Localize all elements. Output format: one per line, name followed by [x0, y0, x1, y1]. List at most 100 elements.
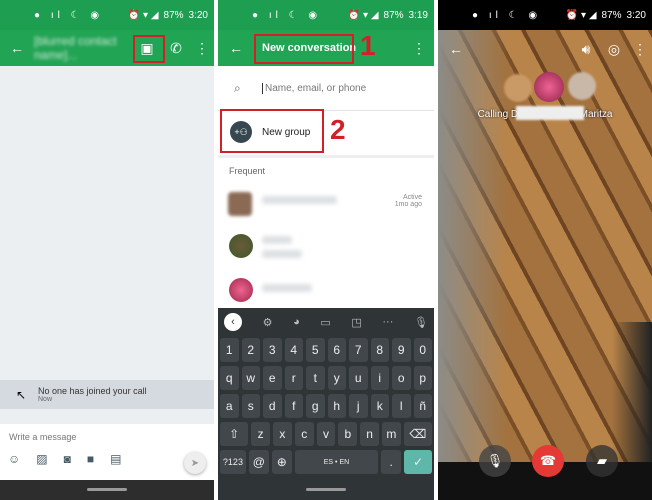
sticker-icon[interactable]: ▤	[110, 452, 121, 466]
key[interactable]: k	[370, 394, 389, 418]
key[interactable]: m	[381, 422, 401, 446]
key[interactable]: c	[294, 422, 314, 446]
key[interactable]: 4	[284, 338, 303, 362]
notification-text: No one has joined your call	[38, 386, 147, 396]
search-row: ⌕ Name, email, or phone	[218, 74, 434, 102]
clock: 3:20	[626, 9, 646, 21]
new-conversation-screen: ● ıl ☾ ◉ ⏰ ▾ ◢ 87% 3:19 ← New conversation …	[218, 0, 434, 500]
key[interactable]: w	[241, 366, 260, 390]
contact-status: Active	[402, 194, 422, 201]
keyboard-row: qwertyuiop	[220, 366, 432, 390]
key-enter[interactable]: ✓	[404, 450, 433, 474]
key[interactable]: 9	[392, 338, 411, 362]
mute-mic-button[interactable]: 🎙︎	[479, 445, 511, 477]
avatar	[229, 234, 253, 258]
camera-icon[interactable]: ◙	[64, 452, 71, 466]
key[interactable]: s	[241, 394, 260, 418]
key[interactable]: r	[284, 366, 303, 390]
speaker-icon[interactable]: 🔊︎	[572, 41, 600, 58]
key[interactable]: b	[338, 422, 358, 446]
emoji-icon[interactable]: ☺	[8, 452, 20, 466]
resize-icon[interactable]: ◳	[351, 316, 361, 329]
battery: 87%	[601, 9, 622, 21]
key[interactable]: z	[251, 422, 270, 446]
key[interactable]: x	[273, 422, 292, 446]
step-number-1: 1	[360, 30, 376, 61]
key[interactable]: o	[392, 366, 411, 390]
key[interactable]: v	[316, 422, 336, 446]
key[interactable]: 1	[220, 338, 239, 362]
video-icon[interactable]: ■	[87, 452, 94, 466]
highlight-box-title	[254, 34, 354, 64]
send-button[interactable]: ➤	[184, 452, 206, 474]
key[interactable]: e	[263, 366, 282, 390]
clock: 3:19	[408, 9, 428, 21]
key[interactable]: 2	[241, 338, 260, 362]
search-input[interactable]: Name, email, or phone	[262, 82, 366, 94]
key[interactable]: 5	[306, 338, 325, 362]
key-at[interactable]: @	[248, 450, 269, 474]
step-number-2: 2	[330, 114, 346, 145]
back-arrow-icon[interactable]: ←	[218, 40, 254, 56]
back-arrow-icon[interactable]: ←	[0, 40, 34, 56]
key[interactable]: u	[349, 366, 368, 390]
globe-icon[interactable]: ⊕	[271, 450, 292, 474]
participant-avatar	[504, 74, 532, 102]
more-vert-icon[interactable]: ⋮	[404, 40, 434, 57]
settings-icon[interactable]: ⚙	[263, 316, 273, 329]
chat-header: ← [blurred contact name]... ▣ ✆ ⋮	[0, 30, 214, 66]
camera-off-button[interactable]: ▰	[586, 445, 618, 477]
key[interactable]: l	[392, 394, 411, 418]
nav-bar	[218, 480, 434, 500]
key[interactable]: ⇧	[220, 422, 249, 446]
switch-camera-icon[interactable]: ◎	[600, 41, 628, 58]
key-period[interactable]: .	[381, 450, 402, 474]
image-icon[interactable]: ▨	[36, 452, 47, 466]
search-icon: ⌕	[234, 80, 241, 95]
theme-icon[interactable]: ◕	[293, 316, 300, 328]
back-arrow-icon[interactable]: ←	[438, 41, 474, 57]
collapse-toolbar-icon[interactable]: ‹	[224, 313, 242, 331]
key-space[interactable]: ES • EN	[294, 450, 379, 474]
key[interactable]: f	[284, 394, 303, 418]
keyboard: ‹ ⚙ ◕ ▭ ◳ ··· 🎙 ?123 @ ⊕ ES • EN . ✓ 12345678…	[218, 308, 434, 480]
key[interactable]: i	[370, 366, 389, 390]
call-notification: ↖ No one has joined your call Now	[0, 380, 214, 409]
key[interactable]: 3	[263, 338, 282, 362]
key[interactable]: 8	[370, 338, 389, 362]
video-call-screen: ● ıl ☾ ◉⏰ ▾ ◢87%3:20 ← 🔊︎ ◎ ⋮ Calling De…	[438, 0, 652, 500]
phone-icon[interactable]: ✆	[162, 40, 190, 57]
key[interactable]: g	[306, 394, 325, 418]
message-input[interactable]: Write a message	[9, 432, 76, 442]
more-vert-icon[interactable]: ⋮	[190, 40, 214, 57]
key[interactable]: 7	[349, 338, 368, 362]
key[interactable]: y	[327, 366, 346, 390]
key[interactable]: q	[220, 366, 239, 390]
compose-area: Write a message ☺ ▨ ◙ ■ ▤ ➤	[0, 424, 214, 480]
keyboard-row: ⇧ z x c v b n m ⌫	[220, 422, 432, 446]
participant-avatar	[534, 72, 564, 102]
key[interactable]: j	[349, 394, 368, 418]
key[interactable]: t	[306, 366, 325, 390]
key[interactable]: d	[263, 394, 282, 418]
home-handle[interactable]	[87, 488, 127, 491]
key[interactable]: a	[220, 394, 239, 418]
key[interactable]: ñ	[413, 394, 432, 418]
home-handle[interactable]	[306, 488, 346, 491]
key[interactable]: 0	[413, 338, 432, 362]
end-call-button[interactable]: ☎	[532, 445, 564, 477]
one-handed-icon[interactable]: ▭	[320, 316, 330, 329]
battery: 87%	[383, 9, 404, 21]
section-frequent: Frequent	[229, 166, 266, 176]
key[interactable]: h	[327, 394, 346, 418]
more-vert-icon[interactable]: ⋮	[628, 41, 652, 58]
more-icon[interactable]: ···	[382, 316, 393, 328]
notification-time: Now	[38, 396, 53, 403]
key[interactable]: 6	[327, 338, 346, 362]
mic-off-icon[interactable]: 🎙	[414, 316, 428, 329]
key[interactable]: ⌫	[403, 422, 432, 446]
key[interactable]: p	[413, 366, 432, 390]
key[interactable]: n	[360, 422, 379, 446]
highlight-box-video	[133, 35, 165, 63]
key-symbols[interactable]: ?123	[220, 450, 246, 474]
